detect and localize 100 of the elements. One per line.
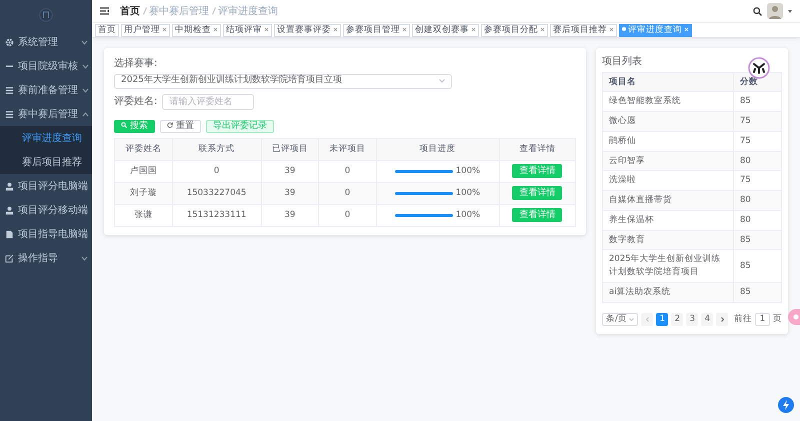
table-cell: 鹃桥仙 bbox=[602, 131, 734, 151]
sidebar-item[interactable]: 操作指导 bbox=[0, 246, 92, 270]
close-icon[interactable] bbox=[213, 26, 218, 32]
tab[interactable]: 设置赛事评委 bbox=[274, 24, 341, 36]
tab[interactable]: 用户管理 bbox=[121, 24, 170, 36]
column-header: 查看详情 bbox=[499, 138, 576, 160]
table-cell: ai算法助农系统 bbox=[602, 282, 734, 302]
table-cell: 微心愿 bbox=[602, 112, 734, 132]
column-header: 项目进度 bbox=[376, 138, 500, 160]
avatar-icon[interactable] bbox=[767, 3, 783, 19]
sidebar-subitem[interactable]: 赛后项目推荐 bbox=[0, 150, 92, 174]
tab[interactable]: 参赛项目管理 bbox=[343, 24, 410, 36]
caret-icon[interactable] bbox=[788, 10, 792, 12]
close-icon[interactable] bbox=[162, 26, 167, 32]
chevron-right-icon bbox=[720, 316, 724, 322]
close-icon[interactable] bbox=[471, 26, 476, 32]
page-number-input[interactable]: 1 bbox=[754, 312, 770, 326]
column-header: 评委姓名 bbox=[114, 138, 172, 160]
table-cell: 0 bbox=[318, 182, 376, 204]
event-select[interactable]: 2025年大学生创新创业训练计划数软学院培育项目立项 bbox=[114, 74, 452, 88]
table-cell: 80 bbox=[734, 190, 782, 210]
sidebar-item[interactable]: 项目院级审核 bbox=[0, 54, 92, 78]
table-cell: 39 bbox=[261, 160, 319, 182]
chevron-left-icon bbox=[646, 316, 649, 322]
previous-page-button[interactable] bbox=[641, 312, 654, 326]
document-icon bbox=[5, 230, 14, 238]
refresh-icon bbox=[167, 122, 173, 128]
field-label: 选择赛事: bbox=[114, 56, 158, 71]
menu-icon[interactable] bbox=[100, 7, 109, 15]
breadcrumb-item[interactable]: 首页 bbox=[120, 4, 140, 18]
gear-icon bbox=[5, 38, 14, 46]
column-header: 已评项目 bbox=[261, 138, 319, 160]
progress-reading: 100% bbox=[456, 164, 480, 178]
chevron-icon bbox=[439, 79, 445, 83]
table-cell: 80 bbox=[734, 151, 782, 171]
tab[interactable]: 参赛项目分配 bbox=[481, 24, 548, 36]
table-cell: 0 bbox=[318, 204, 376, 226]
field-label: 评委姓名: bbox=[114, 94, 158, 109]
page-button[interactable]: 1 bbox=[656, 312, 668, 326]
search-icon[interactable] bbox=[753, 6, 762, 16]
close-icon[interactable] bbox=[333, 26, 338, 32]
separator-icon bbox=[142, 7, 146, 15]
table-cell: 云印智享 bbox=[602, 151, 734, 171]
close-icon[interactable] bbox=[402, 26, 407, 32]
sidebar-item[interactable]: 项目评分电脑端 bbox=[0, 174, 92, 198]
column-header: 未评项目 bbox=[318, 138, 376, 160]
breadcrumb-item: 评审进度查询 bbox=[218, 4, 278, 18]
table-cell: 75 bbox=[734, 131, 782, 151]
table-cell: 85 bbox=[734, 282, 782, 302]
assistant-logo-icon[interactable] bbox=[748, 57, 770, 79]
table-cell: 养生保温杯 bbox=[602, 210, 734, 230]
page-button[interactable]: 2 bbox=[671, 312, 684, 326]
list-icon bbox=[5, 86, 14, 94]
table-cell: 张谦 bbox=[114, 204, 172, 226]
sidebar-item[interactable]: 系统管理 bbox=[0, 30, 92, 54]
chevron-icon bbox=[629, 318, 634, 320]
table-cell: 0 bbox=[172, 160, 262, 182]
progress-reading: 100% bbox=[456, 186, 480, 200]
table-cell: 2025年大学生创新创业训练计划数软学院培育项目 bbox=[602, 250, 734, 282]
goto-label: 前往 bbox=[734, 312, 752, 326]
sidebar-item[interactable]: 项目指导电脑端 bbox=[0, 222, 92, 246]
person-icon bbox=[5, 182, 14, 190]
sidebar-item[interactable]: 赛前准备管理 bbox=[0, 78, 92, 102]
page-size-select[interactable]: 条/页 bbox=[602, 312, 638, 326]
next-page-button[interactable] bbox=[716, 312, 728, 326]
table-cell: 0 bbox=[318, 160, 376, 182]
table-cell: 75 bbox=[734, 112, 782, 132]
sidebar-subitem[interactable]: 评审进度查询 bbox=[0, 126, 92, 150]
page-button[interactable]: 3 bbox=[686, 312, 698, 326]
panel-title: 项目列表 bbox=[602, 56, 642, 67]
lightning-icon[interactable] bbox=[778, 397, 794, 413]
table-cell: 39 bbox=[261, 204, 319, 226]
person-icon bbox=[5, 206, 14, 214]
column-header: 联系方式 bbox=[172, 138, 262, 160]
table-cell: 15033227045 bbox=[172, 182, 262, 204]
close-icon[interactable] bbox=[540, 26, 545, 32]
table-cell: 自媒体直播带货 bbox=[602, 190, 734, 210]
tab[interactable]: 赛后项目推荐 bbox=[550, 24, 617, 36]
close-icon[interactable] bbox=[264, 26, 269, 32]
logo-icon bbox=[39, 8, 53, 22]
list-icon bbox=[5, 110, 14, 118]
side-tab-icon[interactable] bbox=[788, 309, 800, 325]
table-cell: 39 bbox=[261, 182, 319, 204]
table-cell: 80 bbox=[734, 210, 782, 230]
tab[interactable]: 中期检查 bbox=[172, 24, 221, 36]
tab[interactable]: 首页 bbox=[95, 24, 119, 36]
search-icon bbox=[121, 122, 127, 128]
column-header: 项目名 bbox=[602, 72, 734, 92]
table-cell: 15131233111 bbox=[172, 204, 262, 226]
table-cell: 85 bbox=[734, 230, 782, 250]
sidebar-item[interactable]: 赛中赛后管理 bbox=[0, 102, 92, 126]
tab[interactable]: 创建双创赛事 bbox=[412, 24, 479, 36]
button[interactable]: 重置 bbox=[160, 120, 201, 132]
sidebar-item[interactable]: 项目评分移动端 bbox=[0, 198, 92, 222]
close-icon[interactable] bbox=[609, 26, 614, 32]
table-cell: 卢国国 bbox=[114, 160, 172, 182]
edit-icon bbox=[5, 254, 14, 262]
page-button[interactable]: 4 bbox=[701, 312, 714, 326]
judge-name-input[interactable]: 请输入评委姓名 bbox=[162, 94, 254, 110]
tab[interactable]: 结项评审 bbox=[223, 24, 272, 36]
